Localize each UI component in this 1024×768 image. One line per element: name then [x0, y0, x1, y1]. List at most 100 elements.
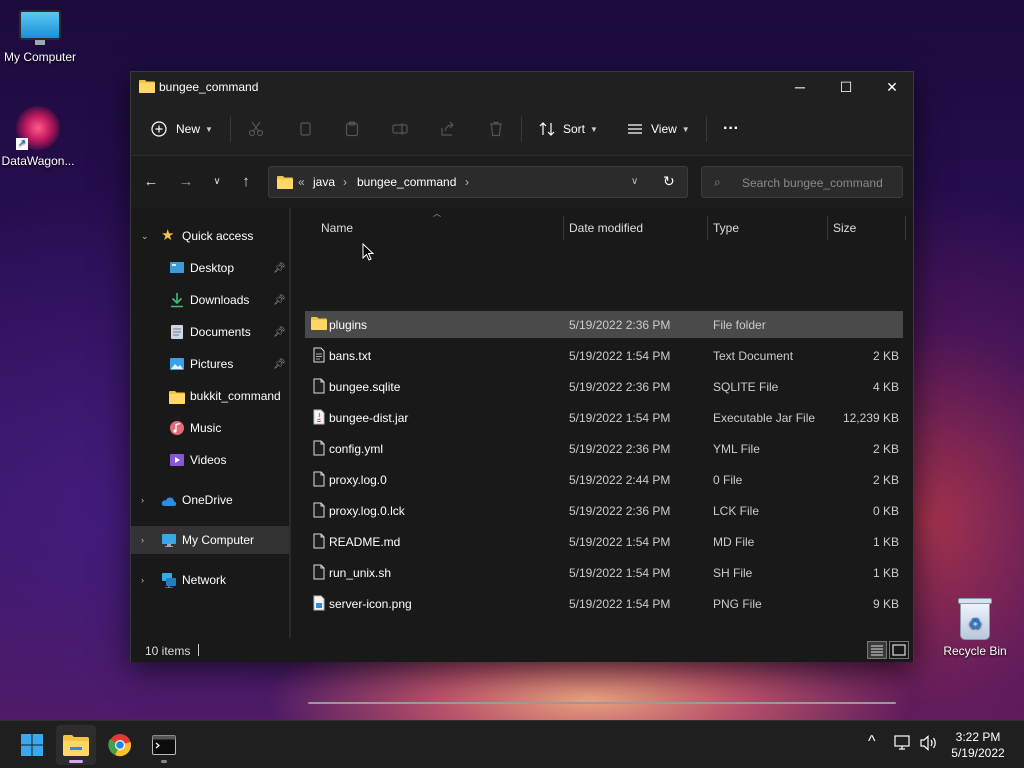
file-row[interactable]: bans.txt 5/19/2022 1:54 PM Text Document 2 … [305, 342, 903, 369]
taskbar-terminal[interactable] [144, 725, 184, 765]
file-row[interactable]: plugins 5/19/2022 2:36 PM File folder [305, 311, 903, 338]
address-row: ← → ∨ ↑ « java › bungee_command › ∨ ↻ ⌕ … [131, 156, 913, 208]
file-size: 12,239 KB [842, 411, 899, 425]
nav-quick-access[interactable]: ⌄ ★ Quick access [131, 222, 289, 250]
volume-icon[interactable] [920, 735, 938, 754]
nav-label: OneDrive [182, 493, 233, 507]
pin-icon: 📌︎ [273, 262, 286, 274]
copy-button[interactable] [297, 116, 313, 142]
taskbar-chrome[interactable] [100, 725, 140, 765]
taskbar-clock[interactable]: 3:22 PM 5/19/2022 [944, 729, 1012, 761]
search-box[interactable]: ⌕ Search bungee_command [701, 166, 903, 198]
file-row[interactable]: proxy.log.0 5/19/2022 2:44 PM 0 File 2 KB [305, 466, 903, 493]
breadcrumb-java[interactable]: java [313, 175, 335, 189]
breadcrumb-bungee-command[interactable]: bungee_command [357, 175, 456, 189]
column-header-size[interactable]: Size [833, 214, 903, 242]
share-button[interactable] [440, 116, 456, 142]
taskbar-file-explorer[interactable] [56, 725, 96, 765]
address-dropdown-chevron-icon[interactable]: ∨ [631, 176, 638, 187]
recent-locations-button[interactable]: ∨ [206, 172, 228, 192]
file-row[interactable]: bungee-dist.jar 5/19/2022 1:54 PM Executab… [305, 404, 903, 431]
sort-button[interactable]: Sort ▼ [539, 116, 598, 142]
large-icons-view-icon [892, 644, 906, 656]
file-row[interactable]: README.md 5/19/2022 1:54 PM MD File 1 KB [305, 528, 903, 555]
file-row[interactable]: bungee.sqlite 5/19/2022 2:36 PM SQLITE Fil… [305, 373, 903, 400]
nav-item-videos[interactable]: Videos [131, 446, 289, 474]
pin-icon: 📌︎ [273, 358, 286, 370]
delete-button[interactable] [488, 116, 504, 142]
file-name: README.md [329, 535, 401, 549]
minimize-button[interactable]: ─ [777, 72, 823, 102]
address-bar[interactable]: « java › bungee_command › ∨ ↻ [268, 166, 688, 198]
file-date: 5/19/2022 2:36 PM [569, 504, 671, 518]
file-row[interactable]: server-icon.png 5/19/2022 1:54 PM PNG File… [305, 590, 903, 617]
nav-label: Videos [190, 453, 227, 467]
title-bar[interactable]: bungee_command ─ ☐ ✕ [131, 72, 913, 102]
start-button[interactable] [12, 725, 52, 765]
nav-item-pictures[interactable]: Pictures 📌︎ [131, 350, 289, 378]
desktop-icon-datawagon[interactable]: ↗ DataWagon... [0, 106, 78, 168]
show-hidden-icons-button[interactable]: ^ [868, 733, 876, 751]
large-icons-view-button[interactable] [889, 641, 909, 659]
nav-item-bukkit-command[interactable]: bukkit_command [131, 382, 289, 410]
network-status-icon[interactable] [894, 735, 912, 754]
file-row[interactable]: proxy.log.0.lck 5/19/2022 2:36 PM LCK File… [305, 497, 903, 524]
file-date: 5/19/2022 1:54 PM [569, 535, 671, 549]
share-icon [441, 121, 454, 136]
horizontal-scrollbar[interactable] [308, 702, 896, 704]
file-date: 5/19/2022 2:36 PM [569, 380, 671, 394]
cloud-icon [161, 497, 177, 506]
more-options-button[interactable]: ··· [723, 116, 739, 142]
nav-item-desktop[interactable]: Desktop 📌︎ [131, 254, 289, 282]
close-button[interactable]: ✕ [869, 72, 915, 102]
paste-button[interactable] [344, 116, 360, 142]
file-row[interactable]: run_unix.sh 5/19/2022 1:54 PM SH File 1 KB [305, 559, 903, 586]
file-type: PNG File [713, 597, 762, 611]
nav-network[interactable]: › Network [131, 566, 289, 594]
view-button[interactable]: View ▼ [627, 116, 690, 142]
column-header-date-modified[interactable]: Date modified [569, 214, 707, 242]
refresh-icon[interactable]: ↻ [663, 173, 675, 190]
folder-icon [311, 316, 327, 332]
file-icon [311, 378, 327, 394]
running-indicator [161, 760, 167, 763]
desktop-icon-my-computer[interactable]: My Computer [0, 10, 80, 64]
network-icon [162, 573, 176, 588]
chevron-right-icon[interactable]: › [141, 535, 151, 545]
chevron-down-icon[interactable]: ⌄ [141, 231, 151, 242]
nav-item-downloads[interactable]: Downloads 📌︎ [131, 286, 289, 314]
file-list: ︿ Name Date modified Type Size plugins 5/… [291, 208, 913, 704]
cut-button[interactable] [248, 116, 264, 142]
file-name: bans.txt [329, 349, 372, 363]
file-name: bungee.sqlite [329, 380, 401, 394]
new-button[interactable]: New ▼ [151, 116, 213, 142]
breadcrumb-separator-icon: › [465, 175, 469, 189]
details-view-button[interactable] [867, 641, 887, 659]
nav-label: Desktop [190, 261, 235, 275]
file-row[interactable]: config.yml 5/19/2022 2:36 PM YML File 2 KB [305, 435, 903, 462]
rename-icon [392, 123, 408, 135]
maximize-button[interactable]: ☐ [823, 72, 869, 102]
chevron-right-icon[interactable]: › [141, 575, 151, 585]
text-file-icon [311, 347, 327, 363]
nav-item-documents[interactable]: Documents 📌︎ [131, 318, 289, 346]
forward-button[interactable]: → [175, 172, 197, 192]
nav-item-music[interactable]: Music [131, 414, 289, 442]
back-button[interactable]: ← [140, 172, 162, 192]
rename-button[interactable] [392, 116, 408, 142]
arrow-right-icon: → [178, 173, 194, 190]
up-button[interactable]: ↑ [235, 172, 257, 192]
file-date: 5/19/2022 2:36 PM [569, 318, 671, 332]
cut-icon [248, 121, 264, 137]
nav-my-computer[interactable]: › My Computer [131, 526, 289, 554]
nav-label: Network [182, 573, 227, 587]
videos-icon [170, 454, 184, 466]
breadcrumb-overflow[interactable]: « [298, 175, 305, 189]
column-header-name[interactable]: Name [321, 214, 563, 242]
file-size: 2 KB [872, 442, 899, 456]
nav-onedrive[interactable]: › OneDrive [131, 486, 289, 514]
chevron-right-icon[interactable]: › [141, 495, 151, 505]
desktop-icon-recycle-bin[interactable]: ♻ Recycle Bin [935, 596, 1015, 658]
shortcut-arrow-icon: ↗ [16, 138, 28, 150]
column-header-type[interactable]: Type [713, 214, 827, 242]
